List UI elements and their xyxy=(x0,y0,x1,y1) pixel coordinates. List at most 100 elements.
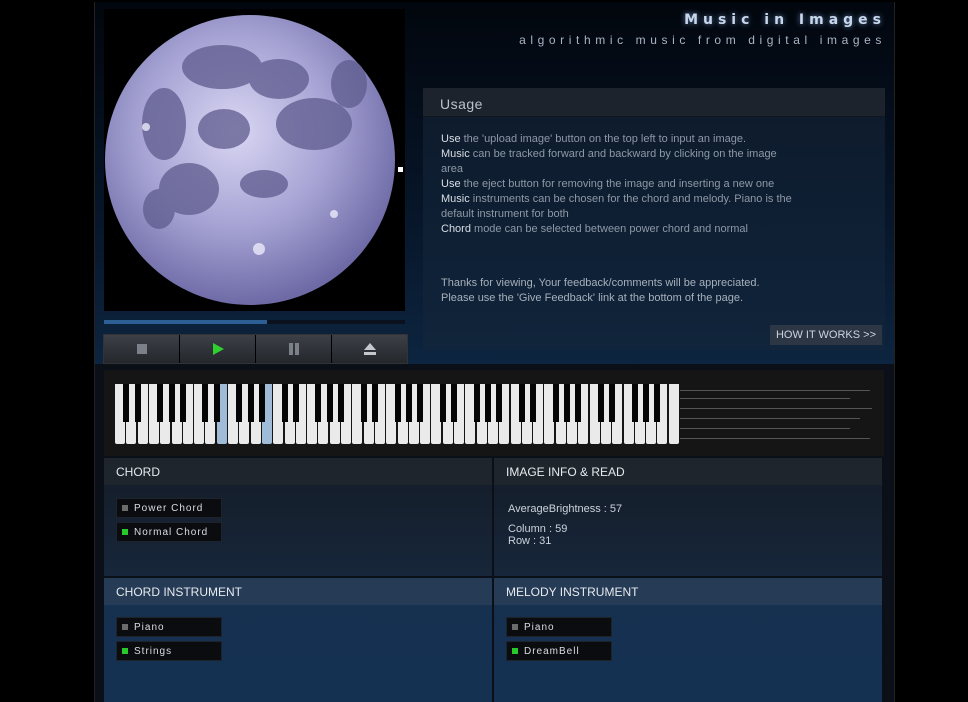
melody-instrument-title: MELODY INSTRUMENT xyxy=(506,585,639,599)
eject-button[interactable] xyxy=(332,335,407,363)
staff-line xyxy=(680,428,850,429)
feedback-line: Please use the 'Give Feedback' link at t… xyxy=(441,292,743,304)
power-chord-option[interactable]: Power Chord xyxy=(116,498,222,518)
black-key[interactable] xyxy=(643,384,650,422)
chord-piano-option[interactable]: Piano xyxy=(116,617,222,637)
chord-instrument-panel: CHORD INSTRUMENT Piano Strings xyxy=(104,578,492,702)
chord-panel-title: CHORD xyxy=(116,465,160,479)
usage-line-text: instruments can be chosen for the chord … xyxy=(441,193,792,220)
how-it-works-link[interactable]: HOW IT WORKS >> xyxy=(769,325,882,345)
usage-line-lead: Chord xyxy=(441,223,471,235)
play-icon xyxy=(212,343,224,355)
black-key[interactable] xyxy=(157,384,164,422)
pause-icon xyxy=(288,343,299,355)
melody-instrument-panel: MELODY INSTRUMENT Piano DreamBell xyxy=(494,578,882,702)
melody-dreambell-option[interactable]: DreamBell xyxy=(506,641,612,661)
black-key[interactable] xyxy=(315,384,322,422)
black-key[interactable] xyxy=(451,384,457,422)
progress-fill xyxy=(104,320,267,324)
piano-keyboard[interactable] xyxy=(115,384,680,446)
black-key[interactable] xyxy=(236,384,243,422)
black-key[interactable] xyxy=(134,384,141,422)
moon-image xyxy=(105,15,403,305)
staff-line xyxy=(680,408,872,409)
black-key[interactable] xyxy=(654,384,661,422)
black-key[interactable] xyxy=(258,384,265,422)
black-key[interactable] xyxy=(202,384,209,422)
black-key[interactable] xyxy=(575,384,582,422)
black-key[interactable] xyxy=(484,384,491,422)
white-key[interactable] xyxy=(668,384,679,444)
usage-line-text: the 'upload image' button on the top lef… xyxy=(460,133,747,145)
option-label: Normal Chord xyxy=(134,526,209,538)
thanks-line: Thanks for viewing, Your feedback/commen… xyxy=(441,277,760,289)
usage-line: Music can be tracked forward and backwar… xyxy=(441,147,801,177)
chord-panel: CHORD Power Chord Normal Chord xyxy=(104,458,492,576)
eject-icon xyxy=(363,343,376,355)
option-label: Power Chord xyxy=(134,502,204,514)
piano-keyboard-panel xyxy=(104,370,884,456)
chord-instrument-header: CHORD INSTRUMENT xyxy=(104,578,492,605)
black-key[interactable] xyxy=(394,384,401,422)
usage-line: Music instruments can be chosen for the … xyxy=(441,192,801,222)
staff-line xyxy=(680,398,850,399)
app-subtitle: algorithmic music from digital images xyxy=(519,33,886,47)
black-key[interactable] xyxy=(609,384,616,422)
black-key[interactable] xyxy=(631,384,638,422)
column-readout: Column : 59 xyxy=(508,523,568,535)
image-info-header: IMAGE INFO & READ xyxy=(494,458,882,485)
black-key[interactable] xyxy=(473,384,480,422)
black-key[interactable] xyxy=(417,384,424,422)
row-readout: Row : 31 xyxy=(508,535,552,547)
image-info-title: IMAGE INFO & READ xyxy=(506,465,625,479)
black-key[interactable] xyxy=(338,384,344,422)
image-canvas[interactable] xyxy=(104,9,405,311)
black-key[interactable] xyxy=(552,384,559,422)
black-key[interactable] xyxy=(371,384,378,422)
option-label: Piano xyxy=(524,621,555,633)
radio-indicator xyxy=(122,505,128,511)
thanks-message: Thanks for viewing, Your feedback/commen… xyxy=(441,276,801,306)
usage-title: Usage xyxy=(440,96,483,112)
radio-indicator xyxy=(122,648,128,654)
black-key[interactable] xyxy=(405,384,412,422)
option-label: Strings xyxy=(134,645,173,657)
black-key[interactable] xyxy=(281,384,288,422)
black-key[interactable] xyxy=(123,384,130,422)
progress-bar[interactable] xyxy=(104,320,405,324)
usage-line: Chord mode can be selected between power… xyxy=(441,222,801,237)
pause-button[interactable] xyxy=(256,335,332,363)
black-key[interactable] xyxy=(597,384,604,422)
stop-button[interactable] xyxy=(104,335,180,363)
usage-header xyxy=(423,88,885,117)
black-key[interactable] xyxy=(496,384,503,422)
radio-indicator xyxy=(122,529,128,535)
normal-chord-option[interactable]: Normal Chord xyxy=(116,522,222,542)
app-title: Music in Images xyxy=(684,12,886,28)
black-key[interactable] xyxy=(292,384,299,422)
black-key[interactable] xyxy=(247,384,254,422)
black-key[interactable] xyxy=(213,384,220,422)
transport-controls xyxy=(103,334,408,364)
black-key[interactable] xyxy=(530,384,537,422)
black-key[interactable] xyxy=(518,384,525,422)
radio-indicator xyxy=(512,648,518,654)
average-brightness: AverageBrightness : 57 xyxy=(508,503,623,515)
melody-instrument-header: MELODY INSTRUMENT xyxy=(494,578,882,605)
black-key[interactable] xyxy=(360,384,367,422)
usage-line-lead: Use xyxy=(441,133,461,145)
black-key[interactable] xyxy=(179,384,186,422)
staff-line xyxy=(680,418,860,419)
black-key[interactable] xyxy=(168,384,175,422)
chord-strings-option[interactable]: Strings xyxy=(116,641,222,661)
black-key[interactable] xyxy=(439,384,446,422)
usage-line: Use the eject button for removing the im… xyxy=(441,177,801,192)
usage-line-lead: Music xyxy=(441,193,470,205)
play-button[interactable] xyxy=(180,335,256,363)
app-stage: Music in Images algorithmic music from d… xyxy=(94,2,895,702)
chord-panel-header: CHORD xyxy=(104,458,492,485)
black-key[interactable] xyxy=(564,384,570,422)
black-key[interactable] xyxy=(326,384,333,422)
melody-piano-option[interactable]: Piano xyxy=(506,617,612,637)
top-section: Music in Images algorithmic music from d… xyxy=(95,2,894,364)
